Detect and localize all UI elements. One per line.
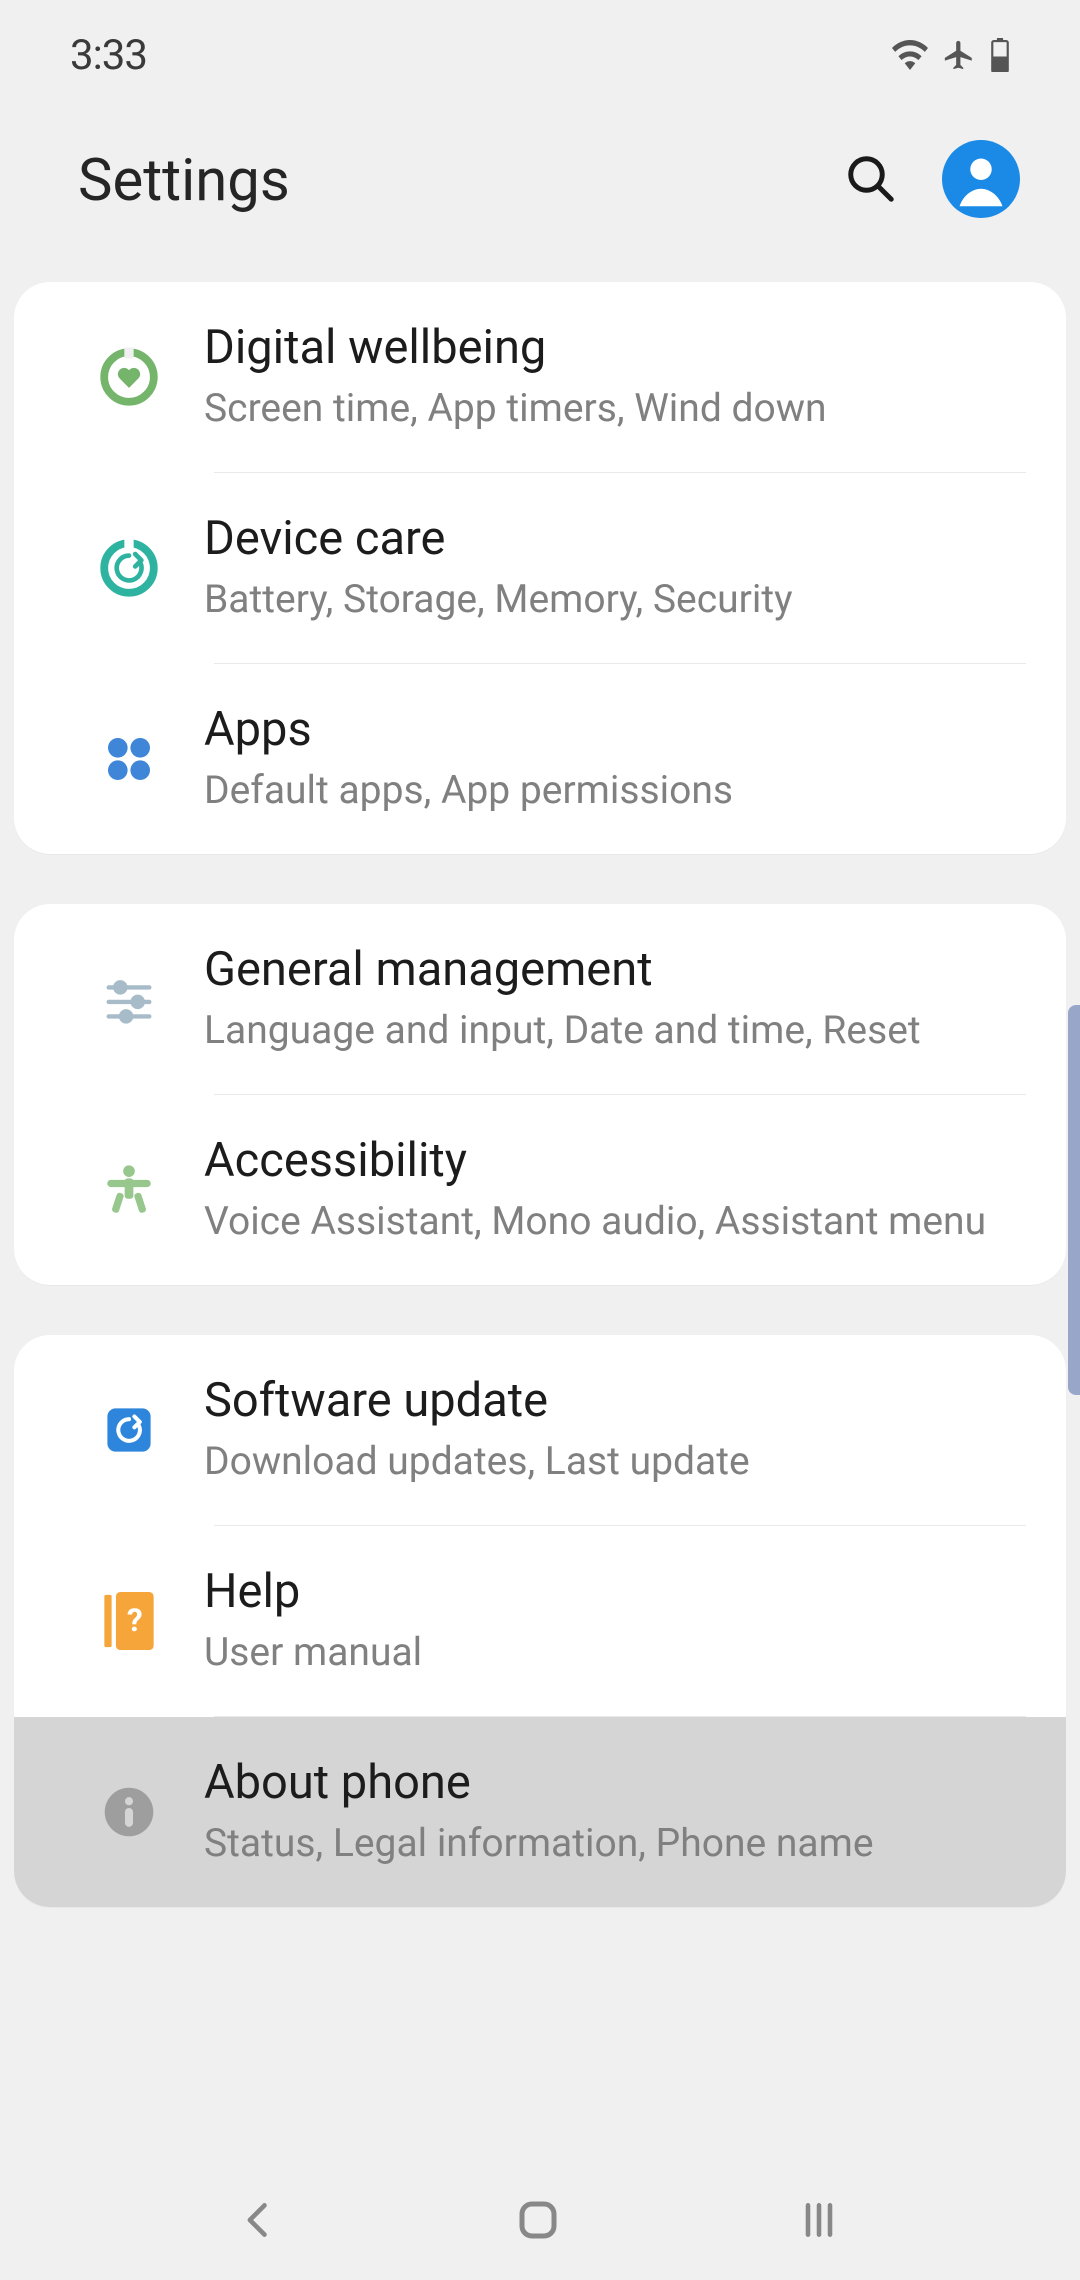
row-software-update[interactable]: Software update Download updates, Last u… <box>14 1335 1066 1525</box>
row-digital-wellbeing[interactable]: Digital wellbeing Screen time, App timer… <box>14 282 1066 472</box>
row-title: Help <box>204 1563 1006 1622</box>
settings-group-1: Digital wellbeing Screen time, App timer… <box>14 282 1066 854</box>
chevron-left-icon <box>237 2198 281 2242</box>
row-subtitle: User manual <box>204 1626 1006 1679</box>
update-icon <box>54 1403 204 1457</box>
row-title: Apps <box>204 701 1006 760</box>
status-icons <box>892 38 1010 72</box>
row-about-phone[interactable]: About phone Status, Legal information, P… <box>14 1717 1066 1907</box>
sliders-icon <box>54 970 204 1028</box>
settings-group-2: General management Language and input, D… <box>14 904 1066 1285</box>
device-care-icon <box>54 537 204 599</box>
battery-icon <box>990 38 1010 72</box>
row-subtitle: Status, Legal information, Phone name <box>204 1817 1006 1870</box>
accessibility-icon <box>54 1161 204 1219</box>
row-subtitle: Language and input, Date and time, Reset <box>204 1004 1006 1057</box>
avatar-icon <box>942 140 1020 218</box>
row-title: Device care <box>204 510 1006 569</box>
recents-icon <box>795 2198 843 2242</box>
row-subtitle: Default apps, App permissions <box>204 764 1006 817</box>
status-time: 3:33 <box>70 31 147 80</box>
row-title: About phone <box>204 1754 1006 1813</box>
navigation-bar <box>0 2160 1080 2280</box>
recents-button[interactable] <box>795 2198 843 2242</box>
row-title: Software update <box>204 1372 1006 1431</box>
info-icon <box>54 1785 204 1839</box>
search-icon <box>844 152 898 206</box>
row-help[interactable]: ? Help User manual <box>14 1526 1066 1716</box>
airplane-icon <box>942 38 976 72</box>
row-title: General management <box>204 941 1006 1000</box>
settings-group-3: Software update Download updates, Last u… <box>14 1335 1066 1907</box>
scroll-indicator[interactable] <box>1068 1005 1080 1395</box>
search-button[interactable] <box>844 152 898 210</box>
apps-icon <box>54 731 204 787</box>
row-apps[interactable]: Apps Default apps, App permissions <box>14 664 1066 854</box>
svg-text:?: ? <box>127 1601 143 1639</box>
row-title: Digital wellbeing <box>204 319 1006 378</box>
help-icon: ? <box>54 1592 204 1650</box>
row-subtitle: Screen time, App timers, Wind down <box>204 382 1006 435</box>
header: Settings <box>0 110 1080 282</box>
wifi-icon <box>892 40 928 70</box>
wellbeing-icon <box>54 346 204 408</box>
row-accessibility[interactable]: Accessibility Voice Assistant, Mono audi… <box>14 1095 1066 1285</box>
page-title: Settings <box>78 147 290 215</box>
home-icon <box>514 2196 562 2244</box>
row-title: Accessibility <box>204 1132 1006 1191</box>
profile-button[interactable] <box>942 140 1020 222</box>
row-device-care[interactable]: Device care Battery, Storage, Memory, Se… <box>14 473 1066 663</box>
status-bar: 3:33 <box>0 0 1080 110</box>
back-button[interactable] <box>237 2198 281 2242</box>
row-subtitle: Battery, Storage, Memory, Security <box>204 573 1006 626</box>
row-subtitle: Voice Assistant, Mono audio, Assistant m… <box>204 1195 1006 1248</box>
header-actions <box>844 140 1020 222</box>
row-subtitle: Download updates, Last update <box>204 1435 1006 1488</box>
home-button[interactable] <box>514 2196 562 2244</box>
row-general-management[interactable]: General management Language and input, D… <box>14 904 1066 1094</box>
